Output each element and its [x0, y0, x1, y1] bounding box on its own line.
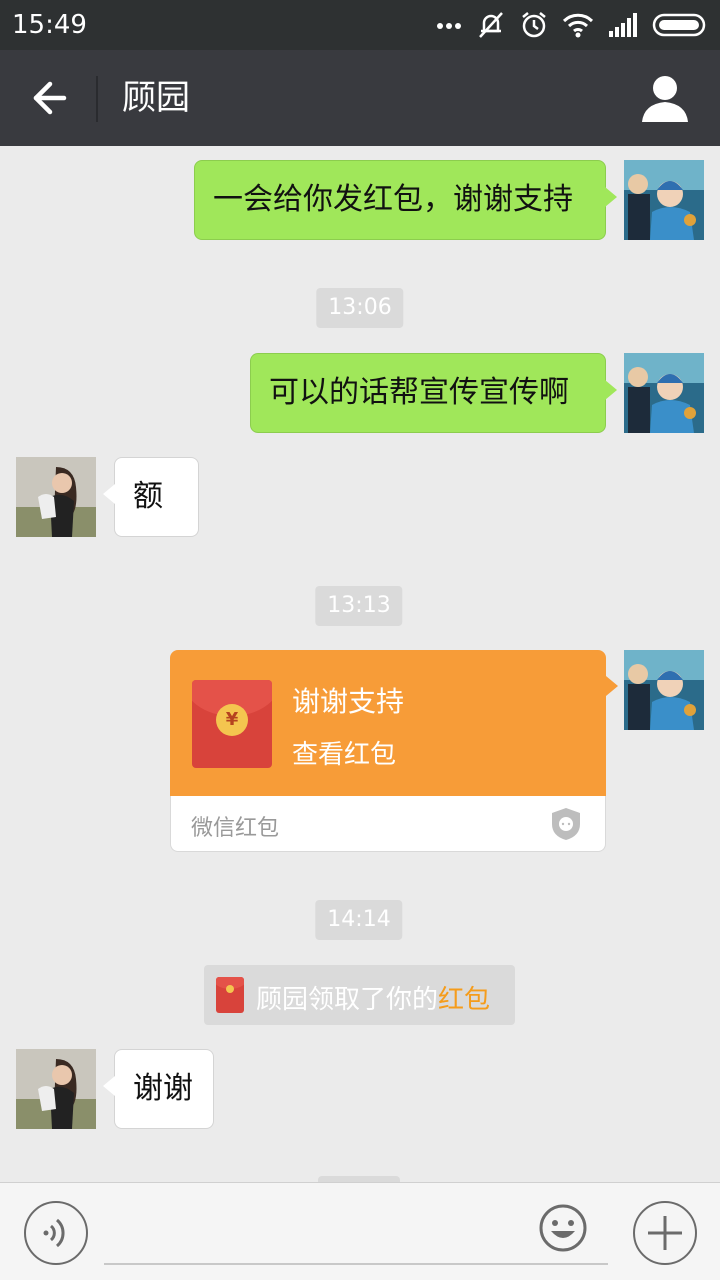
timestamp: 13:13: [315, 586, 403, 626]
alarm-icon: [522, 12, 546, 38]
emoji-icon: [539, 1204, 587, 1252]
incoming-message[interactable]: 额: [103, 457, 199, 537]
header-divider: [96, 76, 98, 122]
voice-button[interactable]: [24, 1201, 88, 1265]
emoji-button[interactable]: [538, 1203, 588, 1253]
chat-info-button[interactable]: [640, 72, 690, 126]
notice-text: 顾园领取了你的: [256, 985, 439, 1015]
more-options-button[interactable]: [633, 1201, 697, 1265]
incoming-message[interactable]: 谢谢: [103, 1049, 214, 1129]
contact-avatar[interactable]: [16, 1049, 96, 1129]
page-title: 顾园: [122, 78, 190, 118]
timestamp: 13:06: [316, 288, 404, 328]
message-input[interactable]: [104, 1203, 608, 1265]
red-packet-label: 微信红包: [191, 816, 280, 841]
red-envelope-small-icon: [216, 977, 244, 1013]
outgoing-message[interactable]: 可以的话帮宣传宣传啊: [250, 353, 617, 433]
red-packet-link[interactable]: 红包: [438, 985, 490, 1015]
red-packet-subtitle: 查看红包: [292, 740, 397, 770]
red-packet-body: ¥ 谢谢支持 查看红包: [170, 650, 618, 796]
contact-avatar[interactable]: [16, 457, 96, 537]
contact-avatar-image: [16, 1049, 96, 1129]
my-avatar[interactable]: [624, 160, 704, 240]
status-bar: 15:49: [0, 0, 720, 50]
voice-icon: [43, 1218, 65, 1248]
wifi-icon: [562, 13, 594, 38]
my-avatar[interactable]: [624, 353, 704, 433]
red-packet-message[interactable]: ¥ 谢谢支持 查看红包 微信红包: [170, 650, 618, 852]
back-arrow-icon: [33, 81, 67, 115]
chat-header: 顾园: [0, 50, 720, 146]
mute-vibrate-icon: [479, 12, 503, 38]
outgoing-message[interactable]: 一会给你发红包，谢谢支持: [194, 160, 617, 240]
red-packet-received-notice[interactable]: 顾园领取了你的红包: [204, 965, 515, 1025]
my-avatar[interactable]: [624, 650, 704, 730]
contact-avatar-image: [16, 457, 96, 537]
more-dots-icon: [437, 23, 461, 29]
message-text: 谢谢: [133, 1071, 193, 1106]
red-envelope-icon: ¥: [192, 680, 272, 768]
battery-icon: [652, 13, 706, 37]
plus-icon: [648, 1216, 682, 1250]
red-packet-title: 谢谢支持: [292, 685, 405, 718]
person-icon: [642, 76, 688, 122]
status-icons: [436, 10, 708, 40]
my-avatar-image: [624, 160, 704, 240]
status-time: 15:49: [12, 10, 87, 40]
yuan-coin-icon: ¥: [216, 704, 248, 736]
timestamp: 14:14: [315, 900, 403, 940]
message-text: 可以的话帮宣传宣传啊: [269, 375, 569, 410]
chat-messages[interactable]: 一会给你发红包，谢谢支持 13:06 可以的话帮宣传宣传啊 额 13:13 ¥ …: [0, 146, 720, 1182]
input-bar: [0, 1182, 720, 1280]
back-button[interactable]: [22, 72, 76, 124]
red-packet-footer: 微信红包: [170, 796, 606, 852]
shield-icon: [552, 808, 580, 840]
my-avatar-image: [624, 353, 704, 433]
message-text: 一会给你发红包，谢谢支持: [213, 182, 573, 217]
message-text: 额: [133, 479, 163, 514]
signal-icon: [609, 13, 637, 37]
my-avatar-image: [624, 650, 704, 730]
